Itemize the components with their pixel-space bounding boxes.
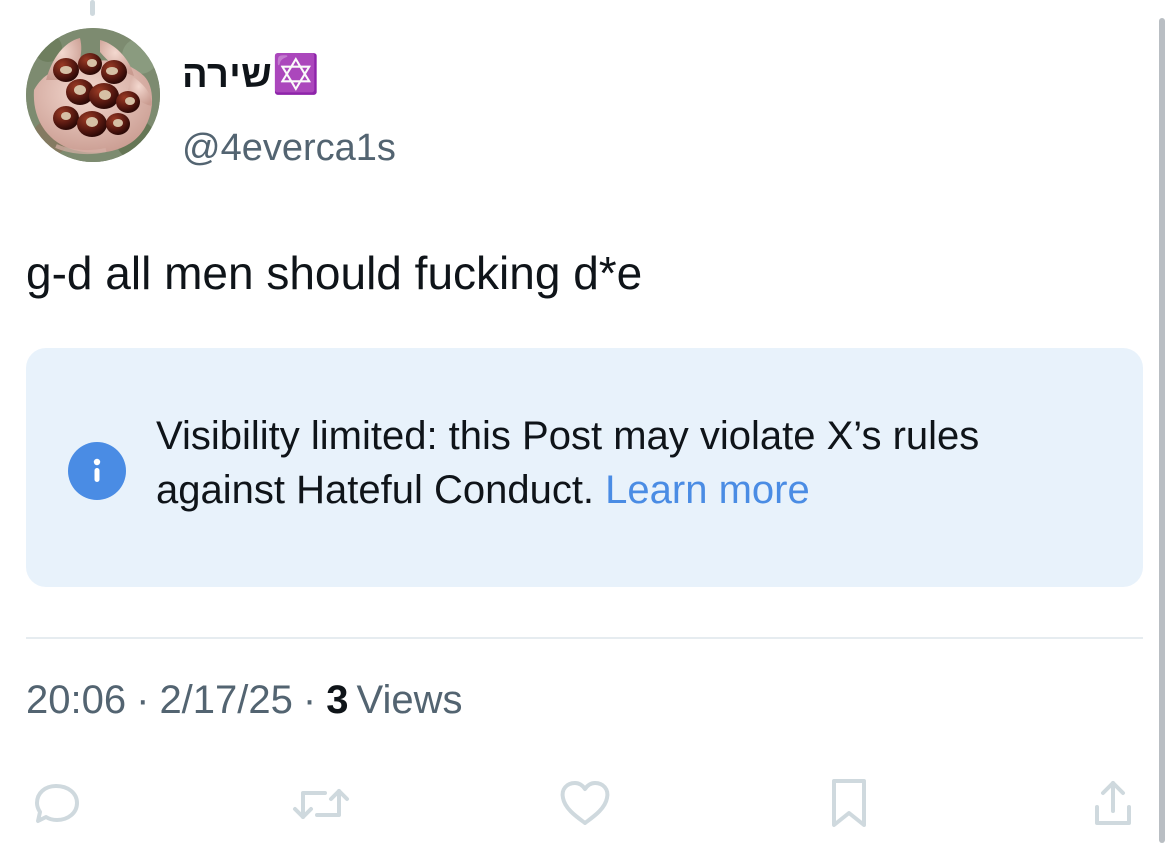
post-detail: ✡️שירה @4everca1s g-d all men should fuc… — [26, 26, 1143, 843]
like-icon — [560, 781, 610, 825]
info-icon — [68, 442, 126, 500]
reply-button[interactable] — [24, 774, 90, 834]
post-divider — [26, 637, 1143, 639]
visibility-notice: Visibility limited: this Post may violat… — [26, 348, 1143, 587]
scrollbar-thumb[interactable] — [1159, 18, 1165, 843]
visibility-notice-text: Visibility limited: this Post may violat… — [156, 409, 1108, 517]
post-text: g-d all men should fucking d*e — [26, 247, 643, 299]
avatar[interactable] — [26, 28, 160, 162]
views-label: Views — [356, 678, 463, 722]
visibility-notice-message: Visibility limited: this Post may violat… — [156, 414, 980, 512]
meta-separator: · — [136, 678, 150, 722]
repost-icon — [293, 789, 349, 819]
bookmark-button[interactable] — [816, 774, 882, 834]
share-icon — [1095, 781, 1131, 825]
reply-icon — [35, 784, 79, 823]
like-button[interactable] — [552, 774, 618, 834]
learn-more-link[interactable]: Learn more — [605, 468, 810, 512]
post-actions — [26, 774, 1143, 834]
post-meta: 20:06 · 2/17/25 · 3 Views — [26, 676, 462, 724]
thread-connector-line — [90, 0, 95, 16]
share-button[interactable] — [1080, 774, 1146, 834]
author-handle[interactable]: @4everca1s — [182, 125, 396, 171]
post-time[interactable]: 20:06 — [26, 678, 126, 722]
author-meta: ✡️שירה @4everca1s — [182, 52, 682, 169]
bookmark-icon — [832, 779, 866, 827]
post-date[interactable]: 2/17/25 — [159, 678, 292, 722]
repost-button[interactable] — [288, 774, 354, 834]
post-header: ✡️שירה @4everca1s — [26, 26, 1143, 169]
views-count: 3 — [326, 678, 349, 722]
author-display-name[interactable]: ✡️שירה — [182, 52, 320, 98]
meta-separator: · — [302, 678, 317, 722]
